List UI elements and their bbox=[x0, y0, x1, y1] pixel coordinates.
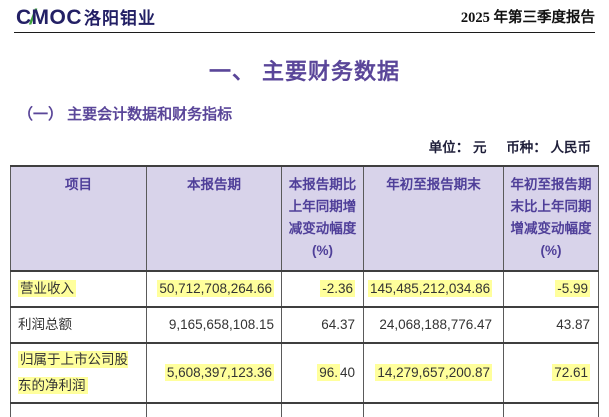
cell-ytd-change: -5.99 bbox=[504, 271, 599, 307]
section-subtitle: （一） 主要会计数据和财务指标 bbox=[18, 103, 609, 124]
header-current-period-change: 本报告期比上年同期增减变动幅度(%) bbox=[282, 166, 364, 271]
section-title: 一、 主要财务数据 bbox=[0, 54, 609, 86]
report-page: C / MOC 洛阳钼业 2025 年第三季度报告 一、 主要财务数据 （一） … bbox=[0, 0, 609, 413]
cell-label: 利润总额 bbox=[11, 307, 147, 343]
cell-empty bbox=[504, 403, 599, 417]
cell-empty bbox=[11, 403, 147, 417]
cell-empty bbox=[147, 403, 282, 417]
table-row-net-profit: 归属于上市公司股东的净利润 5,608,397,123.36 96.40 14,… bbox=[11, 343, 599, 403]
financial-data-table: 项目 本报告期 本报告期比上年同期增减变动幅度(%) 年初至报告期末 年初至报告… bbox=[10, 165, 599, 417]
cell-current-period: 5,608,397,123.36 bbox=[147, 343, 282, 403]
cell-label: 归属于上市公司股东的净利润 bbox=[11, 343, 147, 403]
header-item: 项目 bbox=[11, 166, 147, 271]
report-period-title: 2025 年第三季度报告 bbox=[461, 6, 595, 30]
header-ytd: 年初至报告期末 bbox=[364, 166, 504, 271]
table-header-row: 项目 本报告期 本报告期比上年同期增减变动幅度(%) 年初至报告期末 年初至报告… bbox=[11, 166, 599, 271]
unit-label: 单位： 元 bbox=[429, 140, 487, 155]
cell-current-period: 9,165,658,108.15 bbox=[147, 307, 282, 343]
cell-period-change: -2.36 bbox=[282, 271, 364, 307]
cell-ytd: 145,485,212,034.86 bbox=[364, 271, 504, 307]
header-divider bbox=[14, 32, 595, 33]
cell-ytd-change: 72.61 bbox=[504, 343, 599, 403]
cell-period-change: 96.40 bbox=[282, 343, 364, 403]
logo-letters-moc: MOC bbox=[32, 6, 83, 30]
document-header: C / MOC 洛阳钼业 2025 年第三季度报告 bbox=[0, 0, 609, 32]
cell-current-period: 50,712,708,264.66 bbox=[147, 271, 282, 307]
currency-label: 币种： 人民币 bbox=[506, 140, 591, 155]
table-row-total-profit: 利润总额 9,165,658,108.15 64.37 24,068,188,7… bbox=[11, 307, 599, 343]
header-current-period: 本报告期 bbox=[147, 166, 282, 271]
table-row-revenue: 营业收入 50,712,708,264.66 -2.36 145,485,212… bbox=[11, 271, 599, 307]
cmoc-logo: C / MOC 洛阳钼业 bbox=[16, 4, 156, 30]
cell-ytd: 24,068,188,776.47 bbox=[364, 307, 504, 343]
cell-label: 营业收入 bbox=[11, 271, 147, 307]
cell-ytd-change: 43.87 bbox=[504, 307, 599, 343]
unit-currency-line: 单位： 元 币种： 人民币 bbox=[0, 136, 591, 156]
cell-ytd: 14,279,657,200.87 bbox=[364, 343, 504, 403]
header-ytd-change: 年初至报告期末比上年同期增减变动幅度(%) bbox=[504, 166, 599, 271]
table-row-partial bbox=[11, 403, 599, 417]
cell-period-change: 64.37 bbox=[282, 307, 364, 343]
cell-empty bbox=[364, 403, 504, 417]
cell-empty bbox=[282, 403, 364, 417]
logo-chinese-name: 洛阳钼业 bbox=[84, 4, 156, 29]
